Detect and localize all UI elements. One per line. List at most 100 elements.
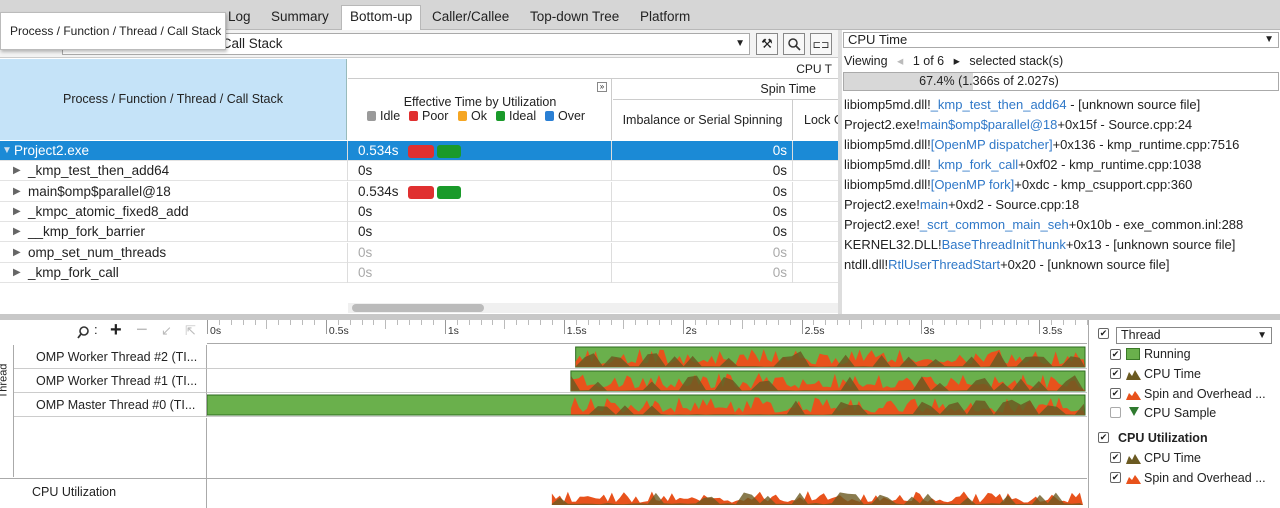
thread-label[interactable]: OMP Worker Thread #2 (TI... — [14, 345, 207, 369]
zoom-out-icon[interactable]: − — [136, 319, 148, 342]
grid-row[interactable]: ▶ __kmp_fork_barrier 0s 0s — [0, 222, 838, 243]
thread-group-checkbox[interactable]: ✔ — [1098, 328, 1109, 339]
grid-row[interactable]: ▶ _kmpc_atomic_fixed8_add 0s 0s — [0, 201, 838, 222]
expand-triangle-icon[interactable]: ▶ — [13, 263, 21, 282]
stack-frame[interactable]: Project2.exe!_scrt_common_main_seh+0x10b… — [844, 217, 1243, 232]
column-header-effective-time[interactable]: Effective Time by Utilization » Idle Poo… — [348, 79, 612, 140]
tab-caller-callee[interactable]: Caller/Callee — [424, 6, 517, 29]
cpu-utilization-lane[interactable] — [207, 478, 1087, 508]
poor-utilization-bar — [408, 185, 434, 199]
poor-swatch-icon — [409, 111, 418, 121]
expand-triangle-icon[interactable]: ▶ — [13, 182, 21, 201]
frame-function-link[interactable]: main — [920, 197, 948, 212]
grid-scroll-thumb[interactable] — [352, 304, 484, 312]
util-spin-checkbox[interactable]: ✔ — [1110, 472, 1121, 483]
frame-function-link[interactable]: _scrt_common_main_seh — [920, 217, 1069, 232]
spin-overhead-checkbox[interactable]: ✔ — [1110, 388, 1121, 399]
viewing-suffix: selected stack(s) — [969, 54, 1064, 68]
expand-column-icon[interactable]: » — [597, 82, 607, 92]
thread-lane[interactable] — [207, 345, 1087, 369]
tab-summary[interactable]: Summary — [263, 6, 337, 29]
stack-navigator: Viewing ◂ 1 of 6 ▸ selected stack(s) — [844, 53, 1069, 68]
column-header-lock-contention[interactable]: Lock C — [794, 100, 838, 140]
column-header-imbalance[interactable]: Imbalance or Serial Spinning — [613, 100, 793, 140]
timeline-ruler[interactable]: 0s 0.5s 1s 1.5s 2s 2.5s 3s 3.5s — [207, 320, 1148, 344]
vtune-window: Log Summary Bottom-up Caller/Callee Top-… — [0, 0, 1280, 508]
stack-frame[interactable]: KERNEL32.DLL!BaseThreadInitThunk+0x13 - … — [844, 237, 1235, 252]
thread-label[interactable]: OMP Worker Thread #1 (TI... — [14, 369, 207, 393]
expand-triangle-icon[interactable]: ▶ — [13, 161, 21, 180]
legend-filter-select[interactable]: Thread ▼ — [1116, 327, 1272, 344]
next-stack-icon[interactable]: ▸ — [954, 54, 960, 68]
ruler-minor-tick — [230, 320, 232, 325]
ruler-minor-tick — [742, 320, 744, 329]
thread-label[interactable]: OMP Master Thread #0 (TI... — [14, 393, 207, 417]
frame-function-link[interactable]: [OpenMP dispatcher] — [931, 137, 1053, 152]
tab-bottom-up[interactable]: Bottom-up — [341, 5, 422, 30]
frame-function-link[interactable]: [OpenMP fork] — [931, 177, 1015, 192]
expand-triangle-icon[interactable]: ▶ — [13, 243, 21, 262]
thread-lane[interactable] — [206, 393, 1087, 417]
cpu-util-group-checkbox[interactable]: ✔ — [1098, 432, 1109, 443]
panel-splitter[interactable] — [838, 30, 842, 314]
cpu-time-checkbox[interactable]: ✔ — [1110, 368, 1121, 379]
stack-frame[interactable]: libiomp5md.dll![OpenMP fork]+0xdc - kmp_… — [844, 177, 1192, 192]
legend-over: Over — [545, 109, 585, 123]
running-checkbox[interactable]: ✔ — [1110, 349, 1121, 360]
stack-frame[interactable]: libiomp5md.dll!_kmp_test_then_add64 - [u… — [844, 97, 1200, 112]
ideal-swatch-icon — [496, 111, 505, 121]
thread-lane[interactable] — [207, 369, 1087, 393]
effective-time-cell: 0s — [352, 161, 612, 182]
util-cpu-time-checkbox[interactable]: ✔ — [1110, 452, 1121, 463]
frame-module: Project2.exe! — [844, 197, 920, 212]
stack-frame[interactable]: Project2.exe!main+0xd2 - Source.cpp:18 — [844, 197, 1079, 212]
effective-time-cell: 0s — [352, 242, 612, 263]
grid-row[interactable]: ▶ _kmp_test_then_add64 0s 0s — [0, 161, 838, 182]
frame-module: libiomp5md.dll! — [844, 137, 931, 152]
tab-top-down-tree[interactable]: Top-down Tree — [522, 6, 627, 29]
cpu-sample-checkbox[interactable] — [1110, 407, 1121, 418]
grid-row[interactable]: ▶ _kmp_fork_call 0s 0s — [0, 262, 838, 283]
function-cell: ▼ Project2.exe — [0, 141, 348, 161]
expand-triangle-icon[interactable]: ▶ — [13, 222, 21, 241]
grid-row[interactable]: ▶ omp_set_num_threads 0s 0s — [0, 242, 838, 263]
column-header-cpu-time[interactable]: CPU T — [348, 59, 838, 79]
call-stack-mode-button[interactable]: ⊏⊐ — [810, 33, 832, 55]
stack-frame[interactable]: ntdll.dll!RtlUserThreadStart+0x20 - [unk… — [844, 257, 1170, 272]
ruler-minor-tick — [314, 320, 316, 325]
frame-function-link[interactable]: _kmp_fork_call — [931, 157, 1018, 172]
function-cell: ▶ _kmp_test_then_add64 — [0, 161, 348, 182]
grid-row[interactable]: ▶ main$omp$parallel@18 0.534s 0s — [0, 181, 838, 202]
grid-row[interactable]: ▼ Project2.exe 0.534s 0s — [0, 141, 838, 161]
timeline-toolbar: : + − ↙ ⇱ — [0, 319, 207, 344]
frame-function-link[interactable]: BaseThreadInitThunk — [942, 237, 1066, 252]
stack-frame[interactable]: Project2.exe!main$omp$parallel@18+0x15f … — [844, 117, 1192, 132]
zoom-in-icon[interactable]: + — [110, 319, 122, 342]
tab-platform[interactable]: Platform — [632, 6, 698, 29]
effective-time-value: 0s — [358, 264, 373, 280]
zoom-search-icon[interactable] — [77, 325, 91, 339]
column-header-function[interactable]: Process / Function / Thread / Call Stack — [0, 59, 347, 140]
function-cell: ▶ omp_set_num_threads — [0, 242, 348, 263]
ruler-minor-tick — [516, 320, 518, 325]
zoom-reset-icon[interactable]: ⇱ — [185, 323, 196, 339]
stack-metric-select[interactable]: CPU Time ▼ — [843, 32, 1279, 48]
frame-function-link[interactable]: main$omp$parallel@18 — [920, 117, 1058, 132]
customize-grouping-button[interactable]: ⚒ — [756, 33, 778, 55]
frame-function-link[interactable]: RtlUserThreadStart — [888, 257, 1000, 272]
search-button[interactable] — [783, 33, 805, 55]
ruler-minor-tick — [872, 320, 874, 325]
stack-frame[interactable]: libiomp5md.dll!_kmp_fork_call+0xf02 - km… — [844, 157, 1201, 172]
ruler-tick-label: 2.5s — [804, 325, 825, 337]
zoom-back-icon[interactable]: ↙ — [161, 323, 172, 339]
running-swatch-icon — [1126, 348, 1140, 360]
frame-function-link[interactable]: _kmp_test_then_add64 — [931, 97, 1067, 112]
expand-triangle-icon[interactable]: ▶ — [13, 202, 21, 221]
ruler-minor-tick — [302, 320, 304, 325]
column-header-spin-time[interactable]: Spin Time — [613, 79, 838, 100]
expanded-triangle-icon[interactable]: ▼ — [2, 141, 12, 160]
stack-frame[interactable]: libiomp5md.dll![OpenMP dispatcher]+0x136… — [844, 137, 1239, 152]
prev-stack-icon[interactable]: ◂ — [897, 54, 903, 68]
thread-activity-graph — [206, 394, 1086, 416]
ideal-utilization-bar — [437, 145, 461, 158]
